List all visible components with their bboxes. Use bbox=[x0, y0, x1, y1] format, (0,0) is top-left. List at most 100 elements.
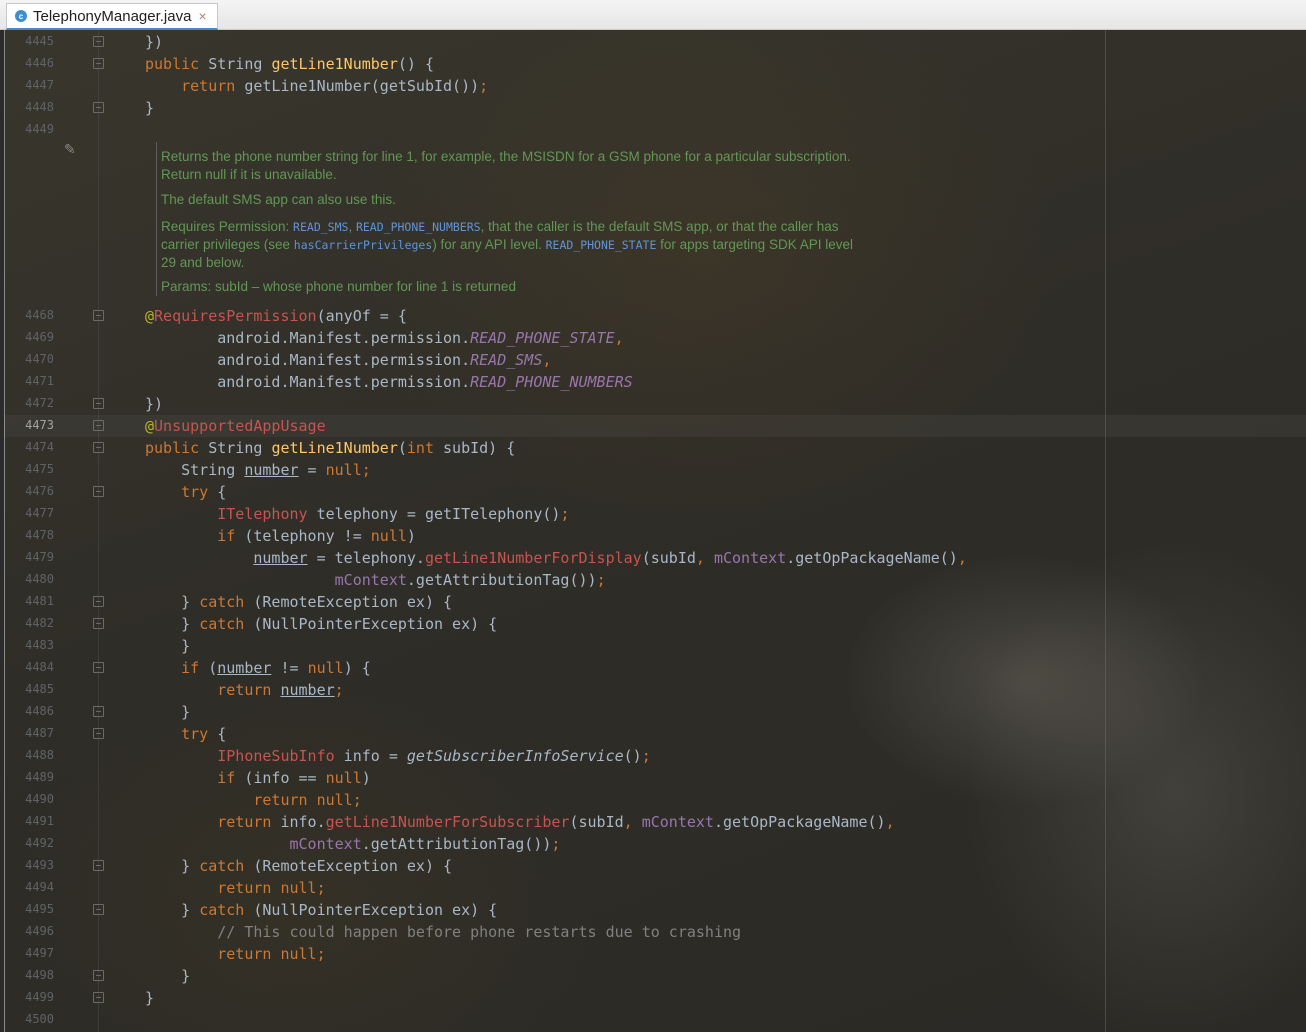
line-number[interactable]: 4484 bbox=[4, 660, 54, 674]
line-number[interactable]: 4492 bbox=[4, 836, 54, 850]
fold-marker-icon[interactable] bbox=[93, 706, 104, 717]
code-line[interactable]: 4489 if (info == null) bbox=[4, 767, 1306, 789]
line-number[interactable]: 4499 bbox=[4, 990, 54, 1004]
code-text[interactable]: try { bbox=[145, 725, 226, 743]
code-line[interactable]: 4493 } catch (RemoteException ex) { bbox=[4, 855, 1306, 877]
line-number[interactable]: 4481 bbox=[4, 594, 54, 608]
code-line[interactable]: 4497 return null; bbox=[4, 943, 1306, 965]
code-text[interactable]: mContext.getAttributionTag()); bbox=[145, 835, 561, 853]
code-line[interactable]: 4492 mContext.getAttributionTag()); bbox=[4, 833, 1306, 855]
line-number[interactable]: 4494 bbox=[4, 880, 54, 894]
code-text[interactable]: } catch (RemoteException ex) { bbox=[145, 857, 452, 875]
code-text[interactable]: } catch (NullPointerException ex) { bbox=[145, 615, 497, 633]
code-line[interactable]: 4478 if (telephony != null) bbox=[4, 525, 1306, 547]
line-number[interactable]: 4469 bbox=[4, 330, 54, 344]
file-tab-telephonymanager[interactable]: c TelephonyManager.java × bbox=[6, 3, 218, 30]
code-line[interactable]: 4447 return getLine1Number(getSubId()); bbox=[4, 75, 1306, 97]
pencil-edit-doc-icon[interactable]: ✎ bbox=[64, 142, 80, 158]
code-text[interactable]: } bbox=[145, 637, 190, 655]
line-number[interactable]: 4446 bbox=[4, 56, 54, 70]
line-number[interactable]: 4478 bbox=[4, 528, 54, 542]
doc-code-link[interactable]: READ_SMS bbox=[293, 220, 348, 234]
line-number[interactable]: 4491 bbox=[4, 814, 54, 828]
code-text[interactable]: }) bbox=[145, 33, 163, 51]
line-number[interactable]: 4489 bbox=[4, 770, 54, 784]
code-line[interactable]: 4491 return info.getLine1NumberForSubscr… bbox=[4, 811, 1306, 833]
fold-marker-icon[interactable] bbox=[93, 420, 104, 431]
code-text[interactable]: try { bbox=[145, 483, 226, 501]
code-line[interactable]: 4498 } bbox=[4, 965, 1306, 987]
code-text[interactable]: String number = null; bbox=[145, 461, 371, 479]
line-number[interactable]: 4449 bbox=[4, 122, 54, 136]
code-text[interactable]: return null; bbox=[145, 945, 325, 963]
code-text[interactable]: public String getLine1Number(int subId) … bbox=[145, 439, 515, 457]
code-text[interactable]: if (number != null) { bbox=[145, 659, 371, 677]
line-number[interactable]: 4493 bbox=[4, 858, 54, 872]
code-text[interactable]: return null; bbox=[145, 879, 325, 897]
code-editor[interactable]: 4445}) 4446 public String getLine1Number()… bbox=[4, 30, 1306, 1032]
code-text[interactable]: } bbox=[145, 703, 190, 721]
fold-marker-icon[interactable] bbox=[93, 904, 104, 915]
code-line[interactable]: 4484 if (number != null) { bbox=[4, 657, 1306, 679]
fold-marker-icon[interactable] bbox=[93, 486, 104, 497]
code-line[interactable]: 4485 return number; bbox=[4, 679, 1306, 701]
fold-marker-icon[interactable] bbox=[93, 728, 104, 739]
code-line[interactable]: 4445}) bbox=[4, 31, 1306, 53]
fold-marker-icon[interactable] bbox=[93, 860, 104, 871]
code-line[interactable]: 4470 android.Manifest.permission.READ_SM… bbox=[4, 349, 1306, 371]
doc-code-link[interactable]: READ_PHONE_NUMBERS bbox=[356, 220, 481, 234]
fold-marker-icon[interactable] bbox=[93, 618, 104, 629]
fold-marker-icon[interactable] bbox=[93, 442, 104, 453]
code-text[interactable]: ITelephony telephony = getITelephony(); bbox=[145, 505, 569, 523]
code-text[interactable]: if (info == null) bbox=[145, 769, 371, 787]
fold-marker-icon[interactable] bbox=[93, 36, 104, 47]
code-text[interactable]: IPhoneSubInfo info = getSubscriberInfoSe… bbox=[145, 747, 651, 765]
line-number[interactable]: 4498 bbox=[4, 968, 54, 982]
fold-marker-icon[interactable] bbox=[93, 992, 104, 1003]
line-number[interactable]: 4488 bbox=[4, 748, 54, 762]
line-number[interactable]: 4487 bbox=[4, 726, 54, 740]
line-number[interactable]: 4448 bbox=[4, 100, 54, 114]
line-number[interactable]: 4485 bbox=[4, 682, 54, 696]
code-line[interactable]: 4474 public String getLine1Number(int sub… bbox=[4, 437, 1306, 459]
code-line[interactable]: 4487 try { bbox=[4, 723, 1306, 745]
code-line[interactable]: 4480 mContext.getAttributionTag()); bbox=[4, 569, 1306, 591]
code-line[interactable]: 4488 IPhoneSubInfo info = getSubscriberI… bbox=[4, 745, 1306, 767]
line-number[interactable]: 4476 bbox=[4, 484, 54, 498]
code-text[interactable]: public String getLine1Number() { bbox=[145, 55, 434, 73]
code-line[interactable]: 4486 } bbox=[4, 701, 1306, 723]
code-line[interactable]: 4483 } bbox=[4, 635, 1306, 657]
code-line[interactable]: 4481 } catch (RemoteException ex) { bbox=[4, 591, 1306, 613]
code-line[interactable]: 4448} bbox=[4, 97, 1306, 119]
code-line[interactable]: 4449 bbox=[4, 119, 1306, 141]
code-line[interactable]: 4477 ITelephony telephony = getITelephon… bbox=[4, 503, 1306, 525]
code-text[interactable]: } catch (RemoteException ex) { bbox=[145, 593, 452, 611]
code-line[interactable]: 4475 String number = null; bbox=[4, 459, 1306, 481]
code-text[interactable]: @UnsupportedAppUsage bbox=[145, 417, 326, 435]
line-number[interactable]: 4483 bbox=[4, 638, 54, 652]
code-text[interactable]: } bbox=[145, 967, 190, 985]
fold-marker-icon[interactable] bbox=[93, 310, 104, 321]
line-number[interactable]: 4473 bbox=[4, 418, 54, 432]
close-tab-icon[interactable]: × bbox=[198, 8, 206, 24]
code-line[interactable]: 4473 @UnsupportedAppUsage bbox=[4, 415, 1306, 437]
code-line[interactable]: 4482 } catch (NullPointerException ex) { bbox=[4, 613, 1306, 635]
line-number[interactable]: 4474 bbox=[4, 440, 54, 454]
code-text[interactable]: @RequiresPermission(anyOf = { bbox=[145, 307, 407, 325]
line-number[interactable]: 4482 bbox=[4, 616, 54, 630]
line-number[interactable]: 4471 bbox=[4, 374, 54, 388]
code-text[interactable]: android.Manifest.permission.READ_PHONE_S… bbox=[145, 329, 623, 347]
line-number[interactable]: 4490 bbox=[4, 792, 54, 806]
code-text[interactable]: return getLine1Number(getSubId()); bbox=[145, 77, 488, 95]
line-number[interactable]: 4468 bbox=[4, 308, 54, 322]
code-line[interactable]: 4446 public String getLine1Number() { bbox=[4, 53, 1306, 75]
line-number[interactable]: 4486 bbox=[4, 704, 54, 718]
line-number[interactable]: 4470 bbox=[4, 352, 54, 366]
code-text[interactable]: } catch (NullPointerException ex) { bbox=[145, 901, 497, 919]
code-text[interactable]: return number; bbox=[145, 681, 343, 699]
doc-code-link[interactable]: hasCarrierPrivileges bbox=[294, 238, 432, 252]
code-line[interactable]: 4500 bbox=[4, 1009, 1306, 1031]
code-line[interactable]: 4494 return null; bbox=[4, 877, 1306, 899]
fold-marker-icon[interactable] bbox=[93, 662, 104, 673]
fold-marker-icon[interactable] bbox=[93, 970, 104, 981]
